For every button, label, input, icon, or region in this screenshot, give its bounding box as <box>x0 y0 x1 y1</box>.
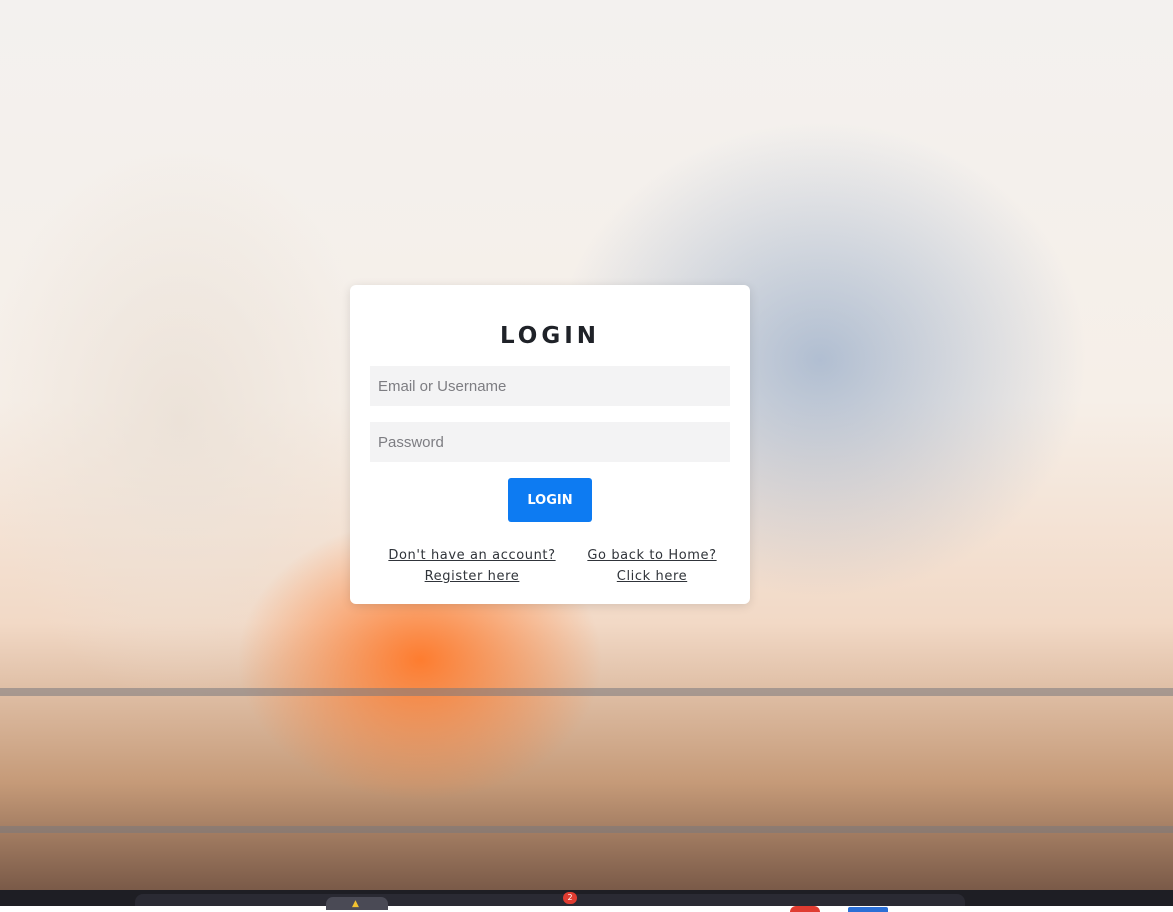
login-title: LOGIN <box>499 323 601 349</box>
folder-icon: ▲ <box>352 899 359 909</box>
password-input[interactable] <box>370 422 730 462</box>
home-prompt-link[interactable]: Go back to Home? <box>572 545 732 566</box>
home-link[interactable]: Click here <box>572 566 732 587</box>
taskbar: ▲ 2 <box>0 890 1173 912</box>
background-railing <box>0 688 1173 696</box>
register-prompt-link[interactable]: Don't have an account? <box>380 545 564 566</box>
dock: ▲ 2 <box>135 892 965 912</box>
dock-app-item[interactable]: ▲ <box>326 897 388 910</box>
browser-icon[interactable] <box>790 906 820 912</box>
username-input[interactable] <box>370 366 730 406</box>
home-section: Go back to Home? Click here <box>572 545 732 587</box>
login-card: LOGIN LOGIN Don't have an account? Regis… <box>350 285 750 604</box>
register-section: Don't have an account? Register here <box>380 545 564 587</box>
login-button[interactable]: LOGIN <box>508 478 592 522</box>
register-link[interactable]: Register here <box>380 566 564 587</box>
notification-badge: 2 <box>563 892 577 904</box>
app-icon[interactable] <box>848 907 888 912</box>
background-railing-lower <box>0 826 1173 833</box>
